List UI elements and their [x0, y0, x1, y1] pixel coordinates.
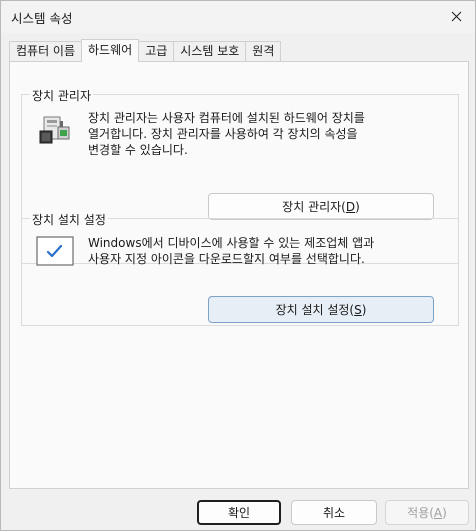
tab-computer-name[interactable]: 컴퓨터 이름 [9, 41, 83, 62]
device-install-group-title: 장치 설치 설정 [30, 211, 108, 228]
device-manager-description-line: 장치 관리자는 사용자 컴퓨터에 설치된 하드웨어 장치를 [88, 111, 365, 125]
cancel-button-label: 취소 [322, 506, 346, 520]
hardware-tab-panel: 장치 관리자 장치 관리자는 사용자 컴퓨터에 설치된 하드웨어 장치를 열거합… [9, 61, 469, 489]
device-install-group: 장치 설치 설정 Windows에서 디바이스에 사용할 수 있는 제조업체 앱… [21, 211, 459, 326]
device-manager-group-title: 장치 관리자 [30, 87, 94, 104]
device-install-button-label: 장치 설치 설정( [275, 303, 355, 317]
device-manager-description-line: 열거합니다. 장치 관리자를 사용하여 각 장치의 속성을 [88, 127, 358, 141]
device-manager-button-label-suffix: ) [355, 199, 360, 214]
device-manager-description-line: 변경할 수 있습니다. [88, 143, 188, 157]
device-manager-button-accesskey: D [345, 199, 356, 214]
tab-advanced[interactable]: 고급 [138, 41, 175, 62]
device-install-description-line: Windows에서 디바이스에 사용할 수 있는 제조업체 앱과 [88, 236, 375, 250]
window-title: 시스템 속성 [11, 11, 73, 26]
apply-button-label: 적용( [407, 506, 434, 520]
device-install-description: Windows에서 디바이스에 사용할 수 있는 제조업체 앱과 사용자 지정 … [88, 235, 374, 267]
title-bar: 시스템 속성 [1, 1, 475, 33]
device-install-button-label-suffix: ) [361, 302, 367, 317]
device-manager-description: 장치 관리자는 사용자 컴퓨터에 설치된 하드웨어 장치를 열거합니다. 장치 … [88, 110, 365, 158]
device-manager-button[interactable]: 장치 관리자(D) [208, 193, 434, 220]
apply-button-label-suffix: ) [442, 505, 447, 520]
close-icon [451, 11, 461, 21]
tab-strip: 컴퓨터 이름 하드웨어 고급 시스템 보호 원격 [9, 39, 282, 62]
device-manager-button-label: 장치 관리자( [282, 200, 346, 214]
device-install-settings-button[interactable]: 장치 설치 설정(S) [208, 296, 434, 323]
apply-button-accesskey: A [433, 505, 443, 520]
ok-button-label: 확인 [227, 506, 251, 520]
ok-button[interactable]: 확인 [197, 500, 281, 525]
system-properties-window: 시스템 속성 컴퓨터 이름 하드웨어 고급 시스템 보호 원격 장치 관리자 장… [0, 0, 476, 531]
cancel-button[interactable]: 취소 [291, 500, 377, 525]
device-install-button-accesskey: S [354, 302, 362, 317]
close-button[interactable] [443, 4, 469, 28]
tab-remote[interactable]: 원격 [245, 41, 282, 62]
device-install-description-line: 사용자 지정 아이콘을 다운로드할지 여부를 선택합니다. [88, 252, 365, 266]
tab-hardware[interactable]: 하드웨어 [81, 39, 140, 62]
tab-system-protection[interactable]: 시스템 보호 [173, 41, 247, 62]
device-install-settings-icon [36, 235, 74, 267]
apply-button[interactable]: 적용(A) [385, 500, 469, 525]
device-manager-icon [38, 113, 72, 147]
